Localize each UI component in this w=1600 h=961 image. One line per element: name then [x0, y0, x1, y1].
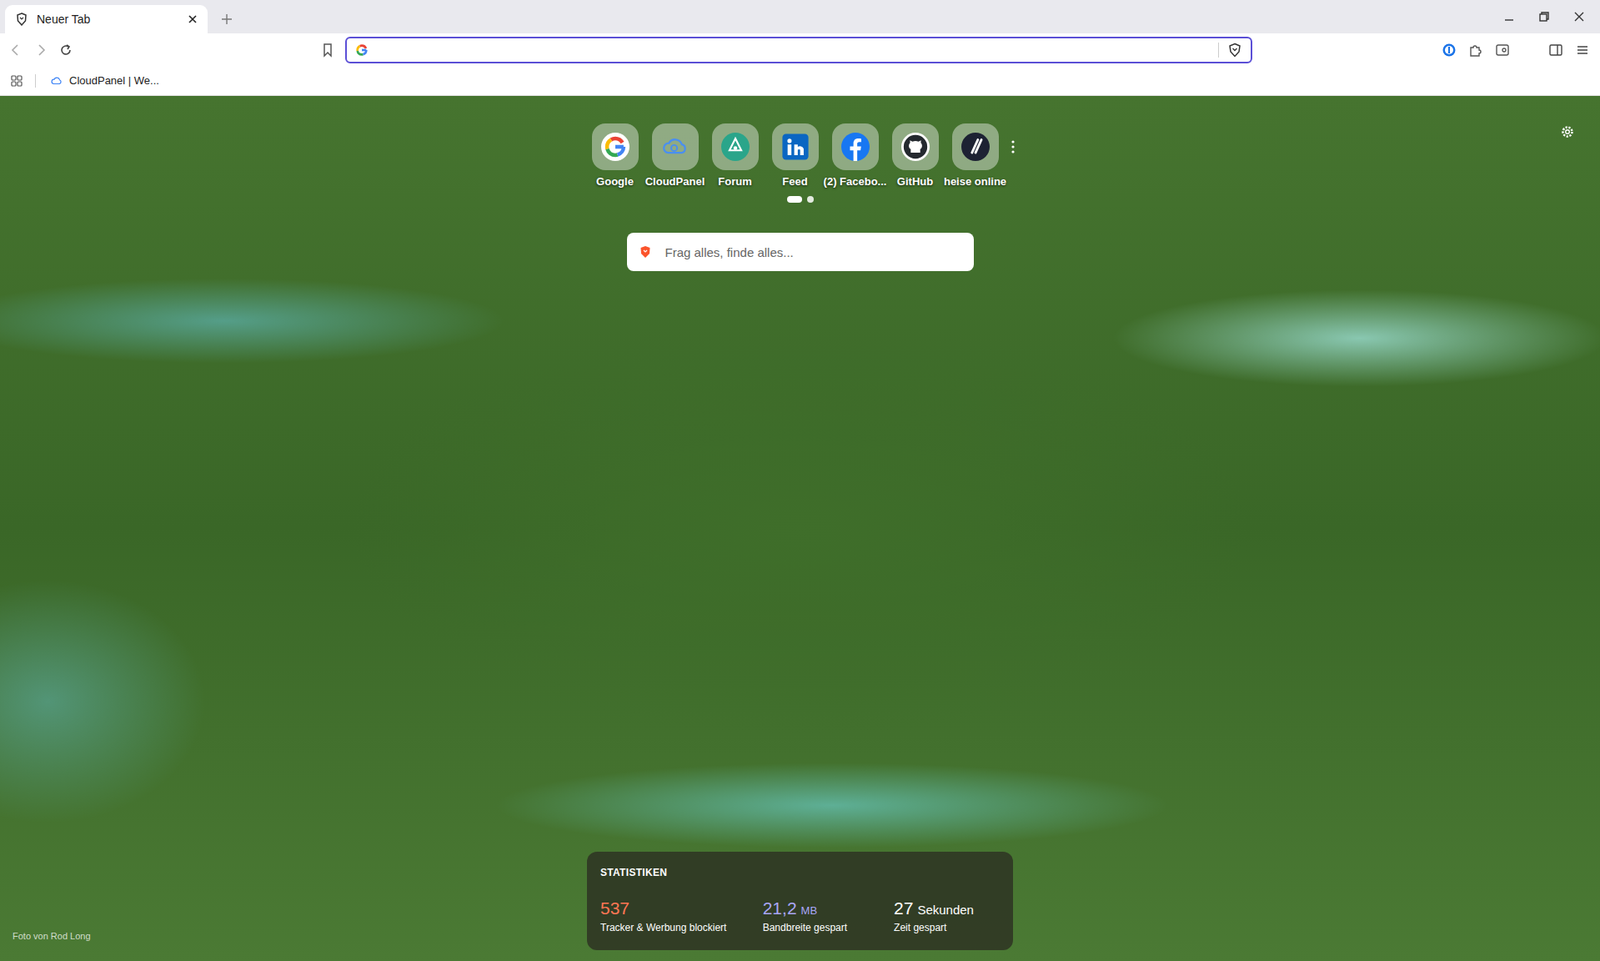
search-box[interactable]	[626, 232, 974, 271]
github-icon	[901, 132, 930, 161]
site-tile	[652, 123, 699, 171]
browser-window: Neuer Tab CloudPanel | We... Google CloudPa…	[0, 0, 1600, 961]
restore-icon[interactable]	[1538, 10, 1550, 23]
photo-credit[interactable]: Foto von Rod Long	[12, 930, 91, 941]
top-site[interactable]: Feed	[765, 123, 826, 188]
background-photo	[0, 95, 1600, 961]
stat-label: Bandbreite gespart	[762, 921, 888, 933]
page-dot[interactable]	[807, 195, 814, 203]
stat-value: 27Sekunden	[893, 897, 1000, 918]
stat: 21,2MB Bandbreite gespart	[762, 897, 888, 933]
heise-icon	[961, 132, 990, 161]
top-site[interactable]: Forum	[705, 123, 766, 188]
page-dot[interactable]	[787, 195, 803, 203]
forum-icon	[721, 132, 750, 161]
google-icon	[601, 132, 630, 161]
password-manager-icon[interactable]	[1441, 42, 1457, 58]
shields-icon[interactable]	[1227, 42, 1243, 58]
extensions-icon[interactable]	[1468, 42, 1484, 58]
site-label: Feed	[782, 175, 808, 188]
top-sites: Google CloudPanel Forum Feed (2) Facebo... Gi…	[585, 123, 1016, 188]
site-tile	[892, 123, 939, 171]
stats-title: STATISTIKEN	[600, 866, 1000, 878]
close-icon[interactable]	[187, 14, 198, 25]
forward-icon[interactable]	[33, 42, 49, 58]
google-icon	[355, 43, 369, 57]
stat-label: Tracker & Werbung blockiert	[600, 921, 757, 933]
bookmarks-bar: CloudPanel | We...	[0, 65, 1600, 96]
address-bar[interactable]	[345, 36, 1253, 64]
apps-icon[interactable]	[10, 74, 24, 88]
stat-value: 21,2MB	[762, 897, 888, 918]
cloud-icon	[50, 75, 63, 87]
linkedin-icon	[781, 132, 810, 161]
stat-label: Zeit gespart	[893, 921, 1000, 933]
facebook-icon	[841, 132, 870, 161]
reload-icon[interactable]	[58, 42, 74, 58]
site-tile	[591, 123, 639, 171]
top-site[interactable]: Google	[585, 123, 646, 188]
bookmark-label: CloudPanel | We...	[69, 74, 160, 87]
top-site[interactable]: heise online	[945, 123, 1006, 188]
tab[interactable]: Neuer Tab	[5, 5, 208, 34]
site-tile	[772, 123, 819, 171]
site-label: Forum	[717, 175, 752, 188]
site-tile	[832, 123, 879, 171]
stat: 537 Tracker & Werbung blockiert	[600, 897, 757, 933]
top-site[interactable]: CloudPanel	[645, 123, 706, 188]
top-site[interactable]: (2) Facebo...	[825, 123, 886, 188]
search-input[interactable]	[663, 244, 963, 261]
site-label: (2) Facebo...	[823, 175, 888, 188]
toolbar	[0, 33, 1600, 66]
pagination	[787, 195, 814, 203]
tab-label: Neuer Tab	[36, 12, 180, 26]
back-icon[interactable]	[8, 42, 24, 58]
cloud-icon	[661, 132, 690, 161]
settings-gear-icon[interactable]	[1559, 124, 1575, 140]
brave-icon	[15, 12, 29, 26]
tab-strip: Neuer Tab	[0, 0, 1600, 34]
bookmark[interactable]: CloudPanel | We...	[47, 72, 163, 89]
top-site[interactable]: GitHub	[885, 123, 946, 188]
stat-value: 537	[600, 897, 757, 918]
sidebar-icon[interactable]	[1548, 42, 1564, 58]
window-controls	[1503, 10, 1600, 34]
site-label: CloudPanel	[645, 175, 706, 188]
site-label: Google	[596, 175, 634, 188]
site-tile	[952, 123, 999, 171]
bookmark-icon[interactable]	[320, 42, 336, 58]
new-tab-page: Google CloudPanel Forum Feed (2) Facebo... Gi…	[0, 95, 1600, 961]
site-label: heise online	[943, 175, 1007, 188]
stat: 27Sekunden Zeit gespart	[893, 897, 1000, 933]
close-window-icon[interactable]	[1573, 10, 1585, 23]
more-icon[interactable]	[1010, 139, 1016, 155]
address-input[interactable]	[376, 42, 1210, 58]
menu-icon[interactable]	[1574, 42, 1590, 58]
plus-icon[interactable]	[220, 13, 233, 26]
stats-panel: STATISTIKEN 537 Tracker & Werbung blockier…	[586, 851, 1014, 950]
brave-search-icon	[638, 245, 653, 259]
site-tile	[712, 123, 759, 171]
site-label: GitHub	[897, 175, 933, 188]
wallet-icon[interactable]	[1494, 42, 1510, 58]
minimize-icon[interactable]	[1503, 10, 1515, 23]
